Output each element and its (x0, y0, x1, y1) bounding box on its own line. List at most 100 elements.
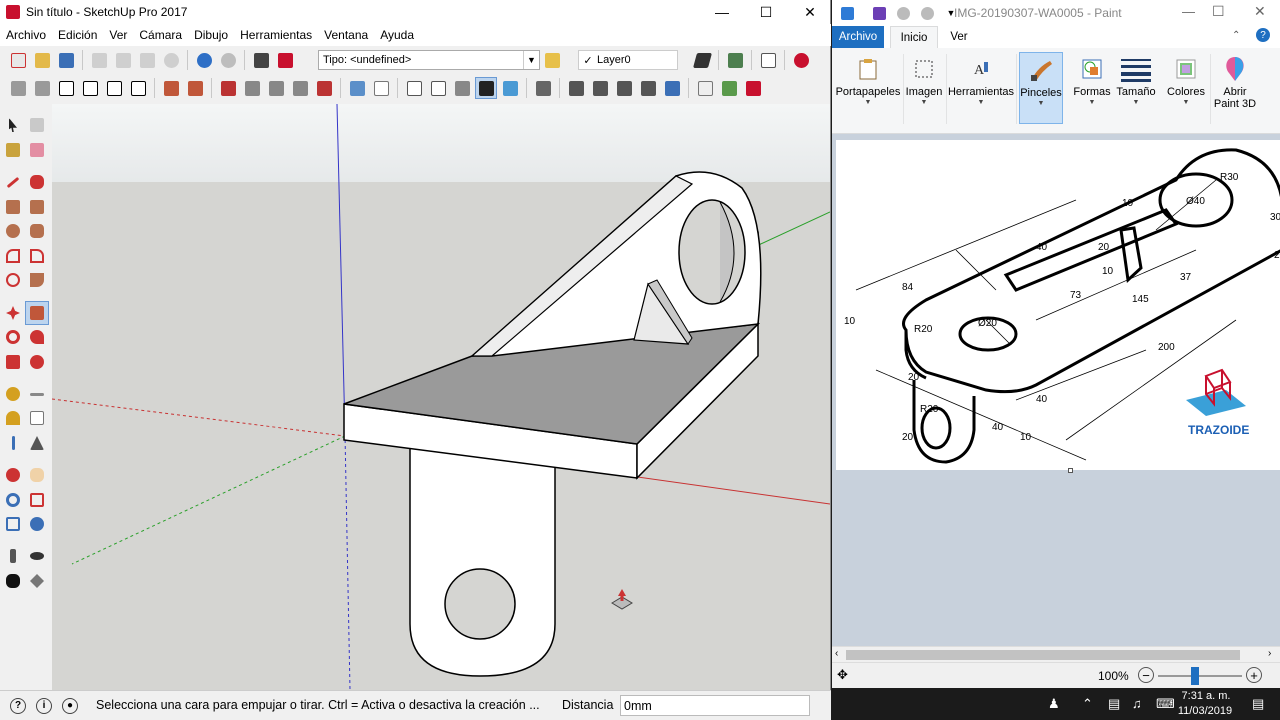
line-icon[interactable] (3, 172, 23, 192)
menu-ver[interactable]: Ver (103, 28, 133, 42)
geo-location-icon[interactable]: ? (10, 697, 26, 714)
rotate-icon[interactable] (3, 327, 23, 347)
solid-split-icon[interactable] (289, 77, 311, 99)
text-icon[interactable] (27, 408, 47, 428)
look-around-icon[interactable] (27, 546, 47, 566)
scale-icon[interactable] (3, 352, 23, 372)
make-component-icon[interactable] (27, 115, 47, 135)
solid-outer-icon[interactable] (313, 77, 335, 99)
paint-bucket-icon[interactable] (3, 140, 23, 160)
solid-subtract-icon[interactable] (241, 77, 263, 99)
paint-minimize-button[interactable]: — (1182, 4, 1195, 19)
xray-icon[interactable] (346, 77, 368, 99)
tab-archivo[interactable]: Archivo (832, 26, 884, 48)
volume-icon[interactable]: ♫ (1132, 696, 1142, 711)
components-icon[interactable] (757, 49, 779, 71)
menu-ayuda[interactable]: Ayuda (374, 28, 420, 42)
sketchup-viewport[interactable] (52, 104, 830, 690)
back-view-icon[interactable] (127, 77, 149, 99)
two-point-arc-icon[interactable] (27, 246, 47, 266)
rotated-rectangle-icon[interactable] (27, 197, 47, 217)
layer-selector[interactable]: ✓ Layer0 (578, 50, 678, 70)
info-icon[interactable]: i (36, 697, 52, 714)
scene-icon-1[interactable] (565, 77, 587, 99)
solid-trim-icon[interactable] (265, 77, 287, 99)
move-icon[interactable] (3, 303, 23, 323)
resize-handle[interactable] (1068, 468, 1073, 473)
orbit-icon[interactable] (3, 465, 23, 485)
redo-icon[interactable] (217, 49, 239, 71)
eraser-tool-icon[interactable] (27, 140, 47, 160)
maximize-button[interactable]: ☐ (744, 0, 788, 24)
user-icon[interactable]: ● (62, 697, 78, 714)
zoom-extents-icon[interactable] (3, 514, 23, 534)
ribbon-pinceles[interactable]: Pinceles ▼ (1019, 52, 1063, 124)
paste-icon[interactable] (136, 49, 158, 71)
style-icon[interactable] (499, 77, 521, 99)
protractor-icon[interactable] (3, 408, 23, 428)
copy-icon[interactable] (112, 49, 134, 71)
freehand-icon[interactable] (27, 172, 47, 192)
position-camera-icon[interactable] (3, 546, 23, 566)
offset-icon[interactable] (27, 352, 47, 372)
ribbon-portapapeles[interactable]: Portapapeles ▼ (834, 52, 902, 124)
zoom-out-button[interactable]: − (1138, 667, 1154, 683)
three-point-arc-icon[interactable] (3, 270, 23, 290)
tab-inicio[interactable]: Inicio (890, 26, 938, 49)
polygon-icon[interactable] (27, 221, 47, 241)
undo-icon[interactable] (193, 49, 215, 71)
zoom-window-icon[interactable] (27, 490, 47, 510)
right-view-icon[interactable] (103, 77, 125, 99)
save-icon[interactable] (55, 49, 77, 71)
network-icon[interactable]: ▤ (1108, 696, 1120, 712)
redo-icon[interactable] (918, 4, 936, 22)
section-plane-icon[interactable] (160, 77, 182, 99)
paint-maximize-button[interactable]: ☐ (1212, 3, 1225, 20)
monochrome-icon[interactable] (475, 77, 497, 99)
section-display-icon[interactable] (184, 77, 206, 99)
chevron-down-icon[interactable]: ▼ (523, 51, 539, 69)
tag-settings-icon[interactable] (541, 49, 563, 71)
rectangle-icon[interactable] (3, 197, 23, 217)
undo-icon[interactable] (894, 4, 912, 22)
eraser-icon[interactable] (691, 49, 713, 71)
axes-icon[interactable] (3, 433, 23, 453)
menu-camara[interactable]: Cámara (133, 28, 188, 42)
menu-edicion[interactable]: Edición (52, 28, 103, 42)
model-info-icon[interactable] (274, 49, 296, 71)
follow-me-icon[interactable] (27, 327, 47, 347)
section-plane-tool-icon[interactable] (27, 571, 47, 591)
ribbon-formas[interactable]: Formas ▼ (1070, 52, 1114, 124)
shaded-texture-icon[interactable] (451, 77, 473, 99)
minimize-button[interactable]: — (700, 0, 744, 24)
ribbon-tamano[interactable]: Tamaño ▼ (1114, 52, 1158, 124)
zoom-slider-thumb[interactable] (1191, 667, 1199, 685)
ribbon-paint3d[interactable]: Abrir Paint 3D (1212, 52, 1258, 124)
scene-icon-4[interactable] (637, 77, 659, 99)
ribbon-herramientas[interactable]: A Herramientas ▼ (948, 52, 1014, 124)
technical-drawing[interactable]: R30 Ø40 30 10 20 10 40 73 145 37 84 R20 … (836, 140, 1280, 470)
close-button[interactable]: ✕ (788, 0, 832, 24)
front-view-icon[interactable] (79, 77, 101, 99)
scroll-left-icon[interactable]: ‹ (835, 648, 838, 659)
solid-union-icon[interactable] (217, 77, 239, 99)
circle-icon[interactable] (3, 221, 23, 241)
dimension-icon[interactable] (27, 384, 47, 404)
zoom-in-button[interactable]: + (1246, 667, 1262, 683)
warehouse-icon[interactable] (724, 49, 746, 71)
erase-icon[interactable] (160, 49, 182, 71)
scene-icon-5[interactable] (661, 77, 683, 99)
tag-dropdown[interactable]: Tipo: <undefined> ▼ (318, 50, 540, 70)
menu-ventana[interactable]: Ventana (318, 28, 374, 42)
menu-dibujo[interactable]: Dibujo (188, 28, 234, 42)
scene-icon-3[interactable] (613, 77, 635, 99)
tape-measure-icon[interactable] (3, 384, 23, 404)
ribbon-colores[interactable]: Colores ▼ (1164, 52, 1208, 124)
top-view-icon[interactable] (31, 77, 53, 99)
select-icon[interactable] (3, 115, 23, 135)
open-folder-icon[interactable] (31, 49, 53, 71)
people-icon[interactable]: ♟ (1048, 696, 1060, 712)
walk-icon[interactable] (3, 571, 23, 591)
menu-herramientas[interactable]: Herramientas (234, 28, 318, 42)
ribbon-imagen[interactable]: Imagen ▼ (904, 52, 944, 124)
